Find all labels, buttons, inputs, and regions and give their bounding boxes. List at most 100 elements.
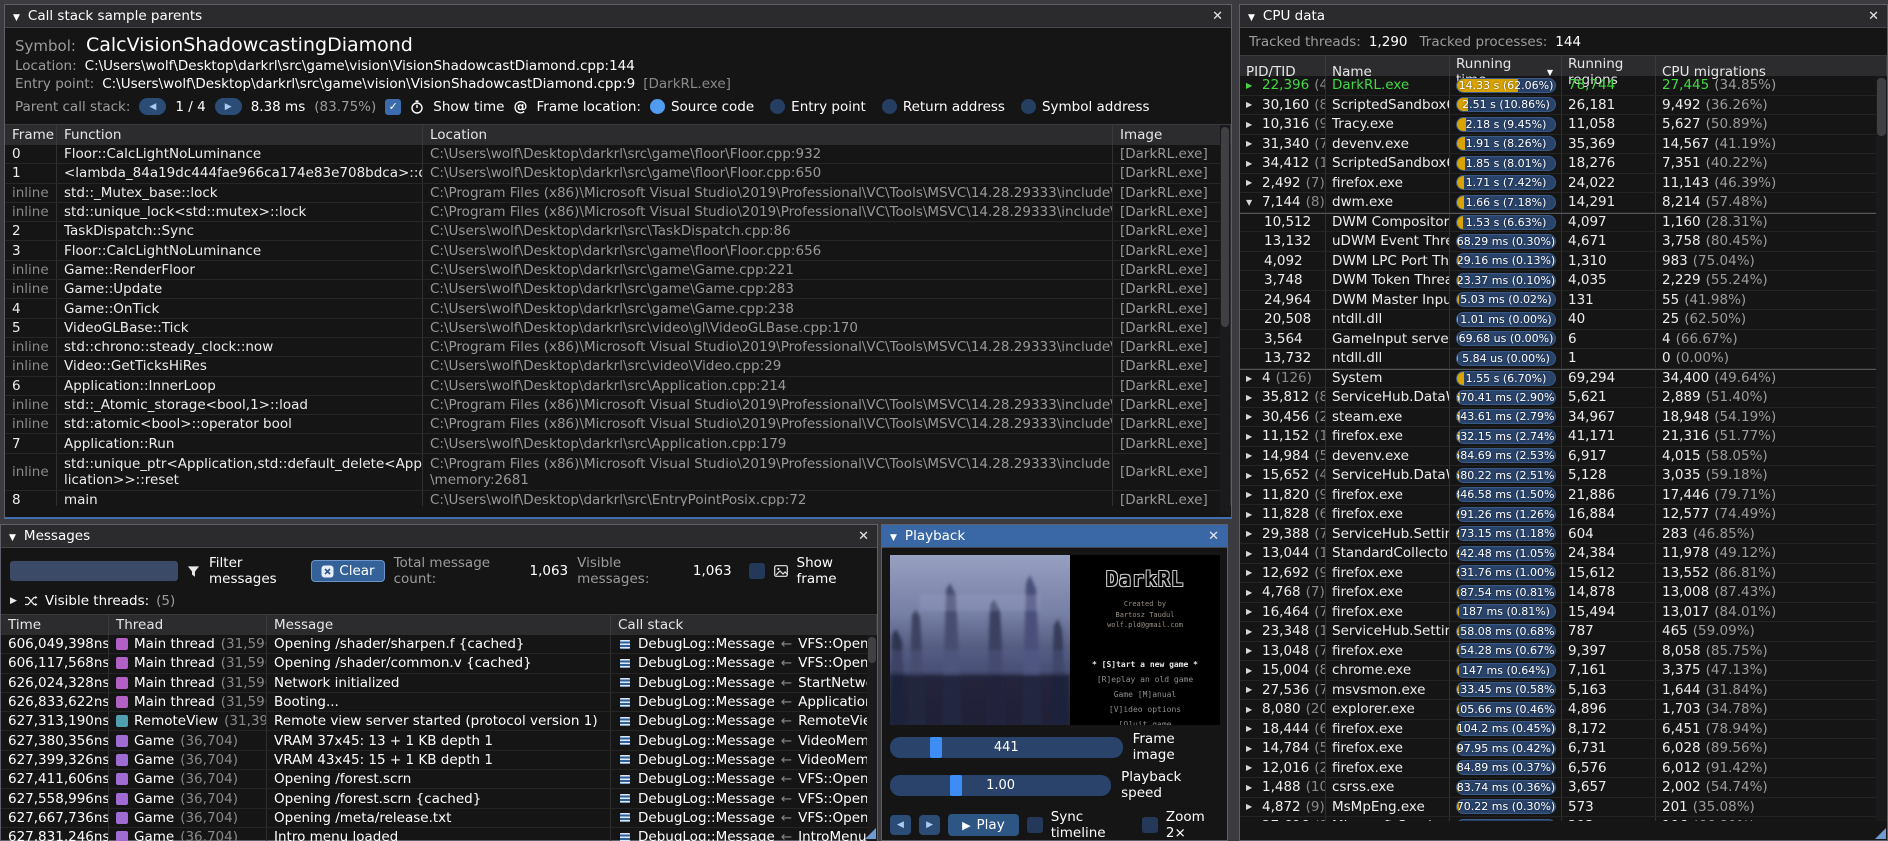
expand-row-icon[interactable]: ▶ <box>1246 783 1257 792</box>
cpu-row[interactable]: 3,748DWM Token Thread23.37 ms (0.10%)4,0… <box>1240 271 1887 291</box>
expand-row-icon[interactable]: ▶ <box>1246 510 1257 519</box>
frame-image-slider[interactable]: 441 <box>890 737 1123 758</box>
playback-speed-slider[interactable]: 1.00 <box>890 775 1111 796</box>
play-button[interactable]: Play <box>948 814 1019 836</box>
collapse-row-icon[interactable]: ▼ <box>1246 198 1257 207</box>
cpu-row[interactable]: ▶4,872(9)MsMpEng.exe70.22 ms (0.30%)5732… <box>1240 798 1887 818</box>
cpu-row[interactable]: ▶15,004(8)chrome.exe147 ms (0.64%)7,1613… <box>1240 661 1887 681</box>
callstack-cell[interactable]: DebugLog::Message←VFS::Open <box>611 635 877 653</box>
expand-row-icon[interactable]: ▶ <box>1246 549 1257 558</box>
callstack-icon[interactable] <box>618 831 632 841</box>
col-image[interactable]: Image <box>1113 125 1231 145</box>
cpu-row[interactable]: 3,564GameInput server69.68 us (0.00%)64(… <box>1240 330 1887 350</box>
cpu-row[interactable]: ▶11,828(6)firefox.exe291.26 ms (1.26%)16… <box>1240 505 1887 525</box>
message-row[interactable]: 626,024,328nsMain thread(31,596)Network … <box>1 674 877 693</box>
cpu-row[interactable]: ▶8,080(20)explorer.exe105.66 ms (0.46%)4… <box>1240 700 1887 720</box>
callstack-icon[interactable] <box>618 715 632 728</box>
expand-row-icon[interactable]: ▶ <box>1246 568 1257 577</box>
frame-location-option[interactable]: Symbol address <box>1021 99 1150 115</box>
cpu-row[interactable]: ▶15,652(43)ServiceHub.DataWarehou580.22 … <box>1240 466 1887 486</box>
callstack-icon[interactable] <box>618 638 632 651</box>
cpu-row[interactable]: ▶23,348(106)ServiceHub.SettingsHost158.0… <box>1240 622 1887 642</box>
callstack-cell[interactable]: DebugLog::Message←IntroMenu:: <box>611 828 877 841</box>
cpu-row[interactable]: ▶4(126)System1.55 s (6.70%)69,29434,400(… <box>1240 369 1887 389</box>
expand-row-icon[interactable]: ▶ <box>1246 393 1257 402</box>
message-row[interactable]: 627,667,736nsGame(36,704)Opening /meta/r… <box>1 809 877 828</box>
cpu-row[interactable]: ▶13,048(7)firefox.exe154.28 ms (0.67%)9,… <box>1240 642 1887 662</box>
expand-row-icon[interactable]: ▶ <box>1246 432 1257 441</box>
callstack-icon[interactable] <box>618 811 632 824</box>
expand-row-icon[interactable]: ▶ <box>1246 646 1257 655</box>
callstack-icon[interactable] <box>618 696 632 709</box>
cpu-row[interactable]: ▶14,984(50)devenv.exe584.69 ms (2.53%)6,… <box>1240 447 1887 467</box>
cpu-row[interactable]: ▶34,412(18)ScriptedSandbox64.exe1.85 s (… <box>1240 154 1887 174</box>
expand-row-icon[interactable]: ▶ <box>1246 685 1257 694</box>
expand-row-icon[interactable]: ▶ <box>1246 374 1257 383</box>
expand-row-icon[interactable]: ▶ <box>1246 451 1257 460</box>
show-frame-checkbox[interactable] <box>749 563 765 579</box>
expand-row-icon[interactable]: ▶ <box>1246 139 1257 148</box>
frame-location-option[interactable]: Return address <box>882 99 1005 115</box>
cpu-row[interactable]: ▶18,444(6)firefox.exe104.2 ms (0.45%)8,1… <box>1240 720 1887 740</box>
expand-row-icon[interactable]: ▶ <box>1246 607 1257 616</box>
message-row[interactable]: 627,411,606nsGame(36,704)Opening /forest… <box>1 770 877 789</box>
zoom-2x-checkbox[interactable] <box>1142 817 1158 833</box>
callstack-icon[interactable] <box>618 676 632 689</box>
col-function[interactable]: Function <box>57 125 423 145</box>
cpu-row[interactable]: 4,092DWM LPC Port Thread29.16 ms (0.13%)… <box>1240 252 1887 272</box>
radio-icon[interactable] <box>650 99 665 114</box>
cpu-row[interactable]: ▶12,016(2)firefox.exe84.89 ms (0.37%)6,5… <box>1240 759 1887 779</box>
location-value[interactable]: C:\Users\wolf\Desktop\darkrl\src\game\vi… <box>85 58 635 74</box>
expand-row-icon[interactable]: ▶ <box>1246 100 1257 109</box>
expand-row-icon[interactable]: ▶ <box>1246 627 1257 636</box>
next-callstack-button[interactable]: ▶ <box>215 98 242 115</box>
cpu-row[interactable]: ▶27,536(7)msvsmon.exe133.45 ms (0.58%)5,… <box>1240 681 1887 701</box>
table-row[interactable]: inlinestd::_Mutex_base::lockC:\Program F… <box>5 184 1231 203</box>
expand-row-icon[interactable]: ▶ <box>1246 120 1257 129</box>
filter-input[interactable] <box>10 561 178 581</box>
message-row[interactable]: 627,558,996nsGame(36,704)Opening /forest… <box>1 789 877 808</box>
table-row[interactable]: 2TaskDispatch::SyncC:\Users\wolf\Desktop… <box>5 222 1231 241</box>
table-row[interactable]: 0Floor::CalcLightNoLuminanceC:\Users\wol… <box>5 145 1231 164</box>
col-location[interactable]: Location <box>423 125 1113 145</box>
table-row[interactable]: 7Application::RunC:\Users\wolf\Desktop\d… <box>5 434 1231 453</box>
callstack-cell[interactable]: DebugLog::Message←VFS::Open <box>611 770 877 788</box>
table-row[interactable]: inlinestd::atomic<bool>::operator boolC:… <box>5 415 1231 434</box>
callstack-cell[interactable]: DebugLog::Message←VideoMemo <box>611 731 877 749</box>
message-row[interactable]: 627,380,356nsGame(36,704)VRAM 37x45: 13 … <box>1 731 877 750</box>
show-time-checkbox[interactable] <box>385 99 401 115</box>
clear-button[interactable]: Clear <box>311 560 384 582</box>
expand-row-icon[interactable]: ▶ <box>1246 412 1257 421</box>
cpu-row[interactable]: ▶14,784(5)firefox.exe97.95 ms (0.42%)6,7… <box>1240 739 1887 759</box>
expand-icon[interactable]: ▶ <box>10 596 17 606</box>
cpu-scrollbar[interactable] <box>1876 76 1887 821</box>
callstack-icon[interactable] <box>618 792 632 805</box>
expand-row-icon[interactable]: ▶ <box>1246 490 1257 499</box>
expand-row-icon[interactable]: ▶ <box>1246 81 1257 90</box>
visible-threads-row[interactable]: ▶ Visible threads: (5) <box>1 592 877 614</box>
col-time[interactable]: Time <box>1 615 109 635</box>
message-row[interactable]: 627,313,190nsRemoteView(31,392)Remote vi… <box>1 712 877 731</box>
prev-frame-button[interactable]: ◀ <box>890 815 911 835</box>
table-row[interactable]: 6Application::InnerLoopC:\Users\wolf\Des… <box>5 377 1231 396</box>
frame-location-option[interactable]: Source code <box>650 99 754 115</box>
cpu-row[interactable]: ▶22,396(49)DarkRL.exe14.33 s (62.06%)78,… <box>1240 76 1887 96</box>
expand-row-icon[interactable]: ▶ <box>1246 705 1257 714</box>
expand-row-icon[interactable]: ▶ <box>1246 529 1257 538</box>
table-row[interactable]: 4Game::OnTickC:\Users\wolf\Desktop\darkr… <box>5 299 1231 318</box>
cpu-row[interactable]: ▶27,696(17)Microsoft.ServiceHub.Co48.06 … <box>1240 817 1887 821</box>
messages-scrollbar[interactable] <box>867 635 877 841</box>
cpu-row[interactable]: 13,732ntdll.dll5.84 us (0.00%)10(0.00%) <box>1240 349 1887 369</box>
close-icon[interactable] <box>1212 9 1223 24</box>
collapse-icon[interactable] <box>1248 8 1255 24</box>
callstack-scrollbar[interactable] <box>1220 125 1230 515</box>
col-callstack[interactable]: Call stack <box>611 615 877 635</box>
cpu-row[interactable]: ▶30,160(84)ScriptedSandbox64.exe2.51 s (… <box>1240 96 1887 116</box>
close-icon[interactable] <box>1868 9 1879 24</box>
close-icon[interactable] <box>1208 529 1219 544</box>
entry-point-value[interactable]: C:\Users\wolf\Desktop\darkrl\src\game\vi… <box>102 76 635 92</box>
table-row[interactable]: 3Floor::CalcLightNoLuminanceC:\Users\wol… <box>5 241 1231 260</box>
cpu-row[interactable]: ▶11,820(9)firefox.exe346.58 ms (1.50%)21… <box>1240 486 1887 506</box>
callstack-cell[interactable]: DebugLog::Message←RemoteView <box>611 712 877 730</box>
table-row[interactable]: 1<lambda_84a19dc444fae966ca174e83e708bdc… <box>5 164 1231 183</box>
